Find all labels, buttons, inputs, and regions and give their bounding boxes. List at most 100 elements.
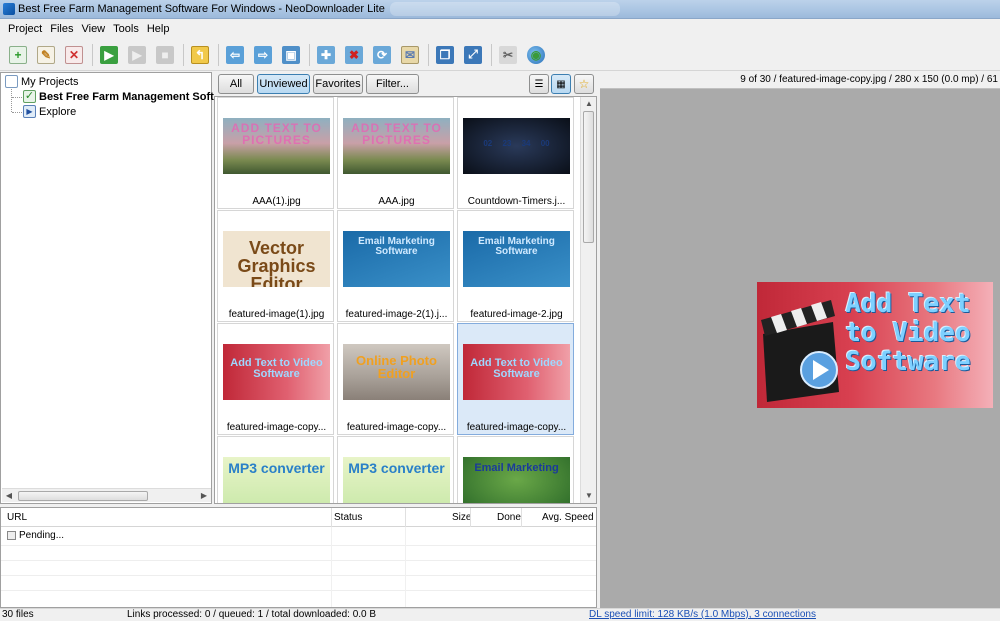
- delete-project-button[interactable]: ✕: [62, 43, 86, 67]
- folder-icon: [5, 75, 18, 88]
- window-button[interactable]: ❐: [433, 43, 457, 67]
- scroll-thumb[interactable]: [18, 491, 148, 501]
- stop-button[interactable]: ■: [153, 43, 177, 67]
- thumbnail-grid: ADD TEXT TO PICTURES AAA(1).jpg ADD TEXT…: [214, 96, 597, 504]
- thumbnail-item[interactable]: Online Photo Editor featured-image-copy.…: [337, 323, 454, 435]
- open-folder-icon: ↰: [191, 45, 209, 64]
- import-button[interactable]: ⇦: [223, 43, 247, 67]
- thumbnail-caption: AAA.jpg: [378, 196, 415, 207]
- status-file-count: 30 files: [2, 609, 34, 620]
- mail-button[interactable]: ✉: [398, 43, 422, 67]
- menu-tools[interactable]: Tools: [109, 23, 143, 35]
- thumbnail-caption: Countdown-Timers.j...: [467, 196, 566, 207]
- menu-files[interactable]: Files: [46, 23, 77, 35]
- pause-button[interactable]: ▶: [125, 43, 149, 67]
- filter-all-button[interactable]: All: [218, 74, 254, 94]
- fullscreen-button[interactable]: ⤢: [461, 43, 485, 67]
- status-bar: 30 files Links processed: 0 / queued: 1 …: [0, 608, 1000, 621]
- tree-item-explore[interactable]: ▶ Explore: [23, 105, 76, 118]
- tree-root[interactable]: My Projects: [5, 75, 78, 88]
- refresh-button[interactable]: ⟳: [370, 43, 394, 67]
- column-size[interactable]: Size: [452, 512, 471, 523]
- list-view-button[interactable]: ☰: [529, 74, 549, 94]
- mail-icon: ✉: [401, 45, 419, 64]
- tree-horizontal-scrollbar[interactable]: ◀ ▶: [2, 488, 211, 502]
- edit-project-button[interactable]: ✎: [34, 43, 58, 67]
- show-button[interactable]: ▣: [279, 43, 303, 67]
- thumbnail-item[interactable]: Email Marketing: [457, 436, 574, 503]
- thumbnail-caption: featured-image-copy...: [466, 422, 567, 433]
- list-view-icon: ☰: [534, 78, 544, 90]
- preview-pane: Add Text to Video Software: [600, 89, 1000, 608]
- thumbnail-item[interactable]: ADD TEXT TO PICTURES AAA(1).jpg: [217, 97, 334, 209]
- filter-unviewed-button[interactable]: Unviewed: [257, 74, 310, 94]
- thumbnail-caption: featured-image-copy...: [226, 422, 327, 433]
- tools-button[interactable]: ✂: [496, 43, 520, 67]
- checkmark-icon: ✓: [23, 90, 36, 103]
- edit-project-icon: ✎: [37, 45, 55, 64]
- scroll-up-icon[interactable]: ▲: [583, 98, 595, 110]
- scroll-right-icon[interactable]: ▶: [198, 490, 210, 502]
- table-row[interactable]: Pending...: [1, 530, 596, 544]
- globe-icon: ◉: [527, 45, 545, 64]
- speed-limit-link[interactable]: DL speed limit: 128 KB/s (1.0 Mbps), 3 c…: [589, 609, 816, 620]
- filter-custom-button[interactable]: Filter...: [366, 74, 419, 94]
- add-url-button[interactable]: ✚: [314, 43, 338, 67]
- column-avg-speed[interactable]: Avg. Speed: [542, 512, 594, 523]
- thumbnail-image: ADD TEXT TO PICTURES: [223, 118, 330, 174]
- refresh-icon: ⟳: [373, 45, 391, 64]
- tree-root-label: My Projects: [21, 75, 79, 88]
- scroll-down-icon[interactable]: ▼: [583, 490, 595, 502]
- thumbnail-image: Online Photo Editor: [343, 344, 450, 400]
- filter-favorites-button[interactable]: Favorites: [313, 74, 363, 94]
- tools-icon: ✂: [499, 45, 517, 64]
- remove-url-button[interactable]: ✖: [342, 43, 366, 67]
- menu-view[interactable]: View: [77, 23, 109, 35]
- scroll-thumb[interactable]: [583, 111, 594, 243]
- app-icon: [3, 3, 15, 15]
- favorite-button[interactable]: ☆: [574, 74, 594, 94]
- thumbnail-item[interactable]: Email Marketing Software featured-image-…: [457, 210, 574, 322]
- open-folder-button[interactable]: ↰: [188, 43, 212, 67]
- thumbnail-image: Email Marketing Software: [463, 231, 570, 287]
- thumbnail-view-button[interactable]: ▦: [551, 74, 571, 94]
- column-status[interactable]: Status: [334, 512, 362, 523]
- thumbnail-item[interactable]: MP3 converter: [337, 436, 454, 503]
- preview-info: 9 of 30 / featured-image-copy.jpg / 280 …: [600, 72, 1000, 89]
- menu-help[interactable]: Help: [143, 23, 174, 35]
- pending-icon: [7, 531, 16, 540]
- preview-text-line: Software: [845, 347, 971, 377]
- globe-button[interactable]: ◉: [524, 43, 548, 67]
- thumbnail-item[interactable]: ADD TEXT TO PICTURES AAA.jpg: [337, 97, 454, 209]
- thumbnail-caption: featured-image-2(1).j...: [345, 309, 448, 320]
- thumbnail-caption: featured-image(1).jpg: [228, 309, 325, 320]
- scroll-left-icon[interactable]: ◀: [3, 490, 15, 502]
- thumbnail-view-icon: ▦: [556, 78, 566, 90]
- delete-project-icon: ✕: [65, 45, 83, 64]
- column-done[interactable]: Done: [497, 512, 521, 523]
- thumbnail-caption: AAA(1).jpg: [252, 196, 301, 207]
- thumbnail-item[interactable]: Email Marketing Software featured-image-…: [337, 210, 454, 322]
- new-project-icon: +: [9, 45, 27, 64]
- status-links: Links processed: 0 / queued: 1 / total d…: [127, 609, 377, 620]
- thumbnail-image: Vector Graphics Editor: [223, 231, 330, 287]
- start-button[interactable]: ▶: [97, 43, 121, 67]
- export-button[interactable]: ⇨: [251, 43, 275, 67]
- thumbnail-item[interactable]: 02 23 34 00 Countdown-Timers.j...: [457, 97, 574, 209]
- grid-vertical-scrollbar[interactable]: ▲ ▼: [580, 97, 596, 503]
- thumbnail-item-selected[interactable]: Add Text to Video Software featured-imag…: [457, 323, 574, 435]
- toolbar: + ✎ ✕ ▶ ▶ ■ ↰ ⇦ ⇨ ▣ ✚ ✖ ⟳ ✉ ❐ ⤢ ✂ ◉: [0, 39, 1000, 71]
- new-project-button[interactable]: +: [6, 43, 30, 67]
- thumbnail-image: 02 23 34 00: [463, 118, 570, 174]
- thumbnail-image: Add Text to Video Software: [463, 344, 570, 400]
- thumbnail-caption: featured-image-copy...: [346, 422, 447, 433]
- start-icon: ▶: [100, 45, 118, 64]
- thumbnail-item[interactable]: MP3 converter: [217, 436, 334, 503]
- tree-item-explore-label: Explore: [39, 105, 77, 118]
- import-icon: ⇦: [226, 45, 244, 64]
- thumbnail-item[interactable]: Vector Graphics Editor featured-image(1)…: [217, 210, 334, 322]
- explore-icon: ▶: [23, 105, 36, 118]
- thumbnail-item[interactable]: Add Text to Video Software featured-imag…: [217, 323, 334, 435]
- menu-project[interactable]: Project: [4, 23, 46, 35]
- column-url[interactable]: URL: [7, 512, 27, 523]
